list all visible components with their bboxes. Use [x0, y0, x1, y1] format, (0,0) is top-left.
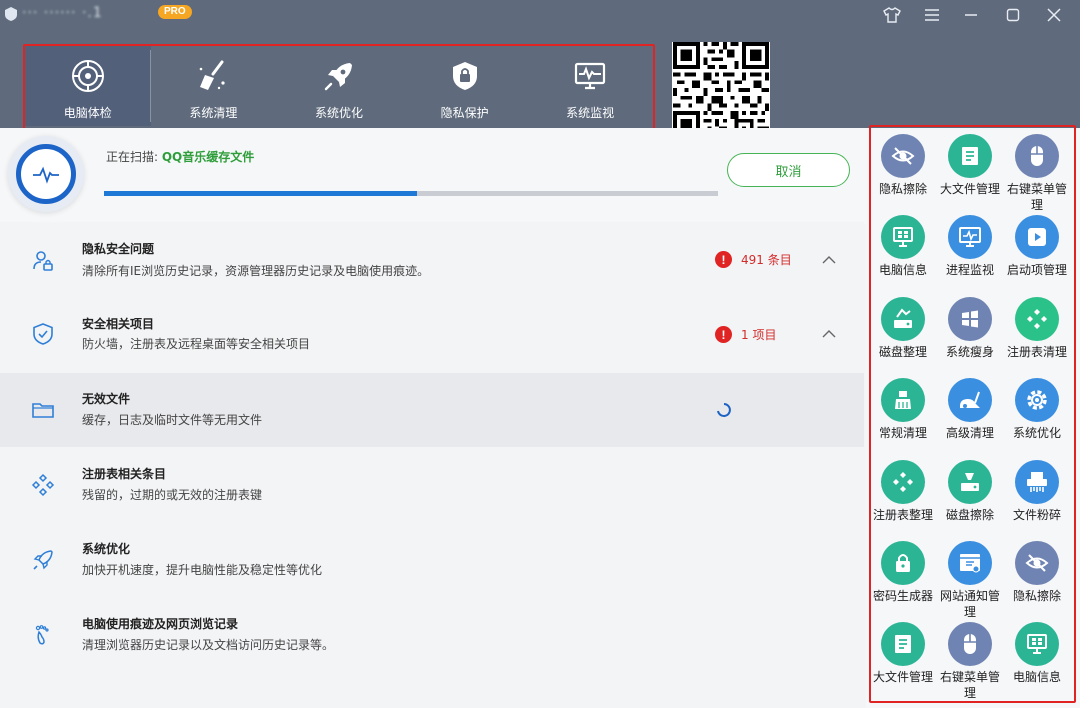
alert-icon: !	[715, 251, 732, 268]
item-title: 系统优化	[82, 542, 131, 556]
item-title: 隐私安全问题	[82, 242, 155, 256]
title-bar: ··· ······ ·.1 PRO	[0, 0, 1080, 30]
item-title: 注册表相关条目	[82, 467, 167, 481]
item-description: 防火墙，注册表及远程桌面等安全相关项目	[82, 337, 311, 351]
scan-status-text: 正在扫描: QQ音乐缓存文件	[106, 148, 254, 165]
list-item-registry[interactable]: 注册表相关条目 残留的，过期的或无效的注册表键	[0, 448, 864, 522]
item-description: 缓存，日志及临时文件等无用文件	[82, 413, 263, 427]
close-icon	[1047, 8, 1061, 22]
item-title: 电脑使用痕迹及网页浏览记录	[82, 617, 239, 631]
list-item-privacy-issues[interactable]: 隐私安全问题 清除所有IE浏览历史记录，资源管理器历史记录及电脑使用痕迹。 ! 4…	[0, 222, 864, 296]
issue-count: ! 1 项目	[715, 326, 776, 343]
list-item-system-optimize[interactable]: 系统优化 加快开机速度，提升电脑性能及稳定性等优化	[0, 523, 864, 597]
tools-highlight-frame	[869, 125, 1076, 703]
chevron-up-icon[interactable]	[820, 254, 838, 266]
menu-button[interactable]	[920, 4, 944, 26]
tshirt-icon	[883, 7, 901, 23]
scan-target: QQ音乐缓存文件	[161, 150, 255, 164]
rocket-icon	[30, 547, 56, 573]
heartbeat-icon	[16, 144, 76, 204]
qr-code	[672, 42, 770, 138]
list-item-invalid-files[interactable]: 无效文件 缓存，日志及临时文件等无用文件	[0, 373, 864, 447]
minimize-icon	[965, 14, 977, 16]
shield-check-icon	[30, 321, 56, 347]
maximize-button[interactable]	[1001, 4, 1025, 26]
footprint-icon	[30, 622, 56, 648]
item-title: 无效文件	[82, 392, 131, 406]
item-description: 清理浏览器历史记录以及文档访问历史记录等。	[82, 638, 335, 652]
list-item-usage-traces[interactable]: 电脑使用痕迹及网页浏览记录 清理浏览器历史记录以及文档访问历史记录等。	[0, 598, 864, 672]
item-description: 加快开机速度，提升电脑性能及稳定性等优化	[82, 563, 323, 577]
app-logo-icon	[5, 7, 17, 21]
skin-button[interactable]	[880, 4, 904, 26]
registry-icon	[30, 472, 56, 498]
scan-progress-fill	[104, 191, 418, 196]
scan-progress-bar	[104, 191, 718, 196]
maximize-icon	[1006, 8, 1020, 22]
issue-count-text: 491 条目	[741, 253, 792, 267]
nav-highlight-frame	[23, 44, 655, 133]
scan-prefix: 正在扫描:	[106, 150, 162, 164]
issue-count-text: 1 项目	[741, 328, 777, 342]
item-description: 清除所有IE浏览历史记录，资源管理器历史记录及电脑使用痕迹。	[82, 264, 430, 278]
pro-badge: PRO	[158, 5, 192, 19]
item-title: 安全相关项目	[82, 317, 155, 331]
chevron-up-icon[interactable]	[820, 328, 838, 340]
user-lock-icon	[30, 247, 56, 273]
folder-icon	[30, 397, 56, 423]
item-description: 残留的，过期的或无效的注册表键	[82, 488, 263, 502]
hamburger-icon	[925, 9, 939, 21]
alert-icon: !	[715, 326, 732, 343]
loading-spinner-icon	[717, 403, 731, 417]
issue-count: ! 491 条目	[715, 251, 792, 268]
close-button[interactable]	[1042, 4, 1066, 26]
minimize-button[interactable]	[959, 4, 983, 26]
app-title: ··· ······ ·.1	[22, 5, 103, 21]
list-item-security-items[interactable]: 安全相关项目 防火墙，注册表及远程桌面等安全相关项目 ! 1 项目	[0, 297, 864, 371]
cancel-button[interactable]: 取消	[727, 153, 850, 187]
